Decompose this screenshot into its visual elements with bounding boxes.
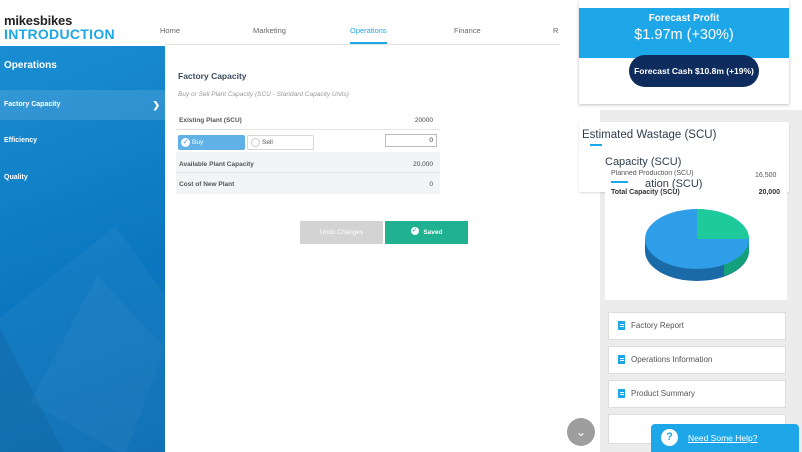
capacity-title: Capacity (SCU) (605, 156, 682, 168)
sidebar-item-label: Factory Capacity (4, 101, 61, 108)
check-icon: ✓ (181, 138, 190, 147)
cost-new-plant-label: Cost of New Plant (179, 181, 235, 188)
page-subtitle: Buy or Sell Plant Capacity (SCU - Standa… (178, 91, 349, 98)
sidebar-title: Operations (4, 60, 57, 71)
sidebar-item-factory-capacity[interactable]: Factory Capacity ❯ (0, 90, 165, 120)
saved-button[interactable]: ✓ Saved (385, 221, 468, 244)
chevron-down-icon[interactable]: ⌄ (567, 418, 595, 446)
buy-button[interactable]: ✓ Buy (178, 135, 245, 150)
document-icon (618, 389, 625, 398)
question-icon: ? (661, 429, 678, 446)
forecast-profit-value: $1.97m (+30%) (634, 27, 734, 43)
pie-slice (697, 209, 749, 239)
planned-production-label: Planned Production (SCU) (611, 170, 694, 177)
sidebar-item-efficiency[interactable]: Efficiency (0, 126, 165, 156)
tab-marketing[interactable]: Marketing (253, 26, 286, 44)
title-underline (611, 181, 628, 183)
tab-operations[interactable]: Operations (350, 26, 387, 44)
tab-research[interactable]: R (553, 26, 558, 44)
sidebar-item-quality[interactable]: Quality (0, 163, 165, 193)
buy-label: Buy (192, 139, 204, 146)
app-logo[interactable]: mikesbikes INTRODUCTION (4, 14, 164, 41)
sidebar-item-label: Efficiency (4, 137, 38, 144)
product-summary-link[interactable]: Product Summary (608, 380, 786, 408)
chevron-right-icon: ❯ (152, 100, 160, 110)
help-label: Need Some Help? (688, 433, 758, 443)
capacity-pie-chart (645, 209, 749, 281)
row-divider (176, 129, 440, 130)
planned-production-value: 16,500 (755, 172, 777, 179)
sidebar-item-label: Quality (4, 174, 28, 181)
row-divider (176, 172, 440, 173)
document-icon (618, 321, 625, 330)
saved-label: Saved (423, 229, 443, 236)
help-button[interactable]: ? Need Some Help? (651, 424, 799, 452)
link-label: Factory Report (631, 321, 684, 330)
total-capacity-value: 20,000 (758, 189, 780, 196)
available-capacity-label: Available Plant Capacity (179, 161, 254, 168)
sidebar: Operations Factory Capacity ❯ Efficiency… (0, 46, 165, 452)
link-label: Operations Information (631, 355, 713, 364)
forecast-cash-badge[interactable]: Forecast Cash $10.8m (+19%) (629, 55, 759, 87)
header-divider (165, 44, 565, 45)
undo-changes-button[interactable]: Undo Changes (300, 221, 383, 244)
existing-plant-value: 20000 (414, 117, 433, 124)
check-icon: ✓ (410, 227, 419, 236)
radio-icon (251, 138, 260, 147)
logo-bottom-text: INTRODUCTION (4, 26, 115, 42)
capacity-card: Capacity (SCU) Planned Production (SCU) … (605, 150, 787, 300)
factory-report-link[interactable]: Factory Report (608, 312, 786, 340)
forecast-card: Forecast Profit $1.97m (+30%) Forecast C… (579, 0, 789, 104)
total-capacity-label: Total Capacity (SCU) (611, 189, 680, 196)
sell-label: Sell (262, 139, 273, 146)
wastage-title: Estimated Wastage (SCU) (582, 129, 717, 141)
title-underline (590, 144, 602, 146)
available-capacity-value: 20,000 (413, 161, 433, 168)
link-label: Product Summary (631, 389, 696, 398)
sell-button[interactable]: Sell (247, 135, 314, 150)
existing-plant-label: Existing Plant (SCU) (179, 117, 242, 124)
page-title: Factory Capacity (178, 71, 247, 81)
tab-home[interactable]: Home (160, 26, 180, 44)
capacity-amount-input[interactable] (385, 134, 437, 147)
tab-finance[interactable]: Finance (454, 26, 481, 44)
top-nav: Home Marketing Operations Finance R (160, 26, 560, 46)
cost-new-plant-value: 0 (429, 181, 433, 188)
document-icon (618, 355, 625, 364)
forecast-profit-label: Forecast Profit (648, 13, 720, 24)
operations-information-link[interactable]: Operations Information (608, 346, 786, 374)
